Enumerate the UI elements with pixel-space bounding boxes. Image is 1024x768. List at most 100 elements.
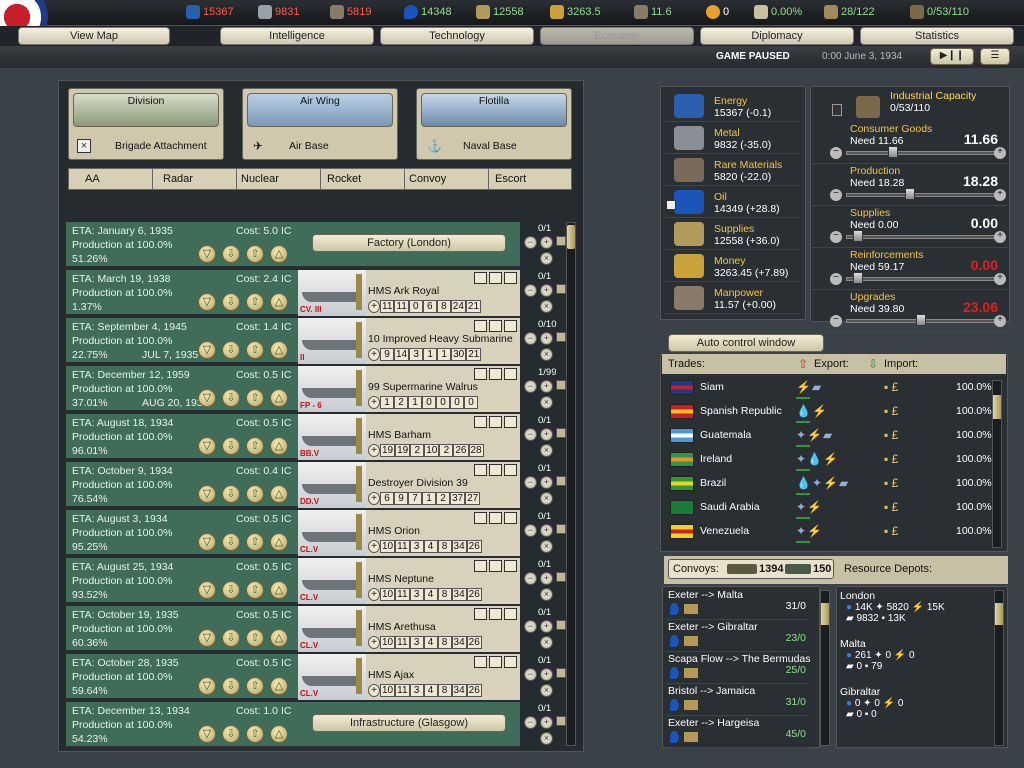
shield-icon[interactable] [489, 608, 502, 620]
cancel-icon[interactable]: × [540, 252, 553, 265]
move-top-button[interactable]: △ [270, 341, 288, 359]
move-up-button[interactable]: ⇧ [246, 485, 264, 503]
move-top-button[interactable]: △ [270, 581, 288, 599]
expand-icon[interactable]: + [368, 300, 380, 313]
slider-plus-icon[interactable]: + [994, 315, 1006, 327]
cancel-icon[interactable]: × [540, 684, 553, 697]
depot-item[interactable]: Malta ● 261 ✦ 0 ⚡ 0 ▰ 0 ▪ 79 [840, 638, 990, 672]
move-down-button[interactable]: ⇩ [222, 485, 240, 503]
slider-minus-icon[interactable]: − [830, 189, 842, 201]
queue-row[interactable]: ETA: August 18, 1934 Cost: 0.5 IC Producti… [66, 414, 566, 460]
close-icon[interactable] [504, 512, 517, 524]
trade-row[interactable]: Ireland ✦💧⚡ ▪ £ 100.0% [666, 448, 996, 472]
convoy-route-row[interactable]: Exeter --> Hargeisa 45/0 [666, 716, 808, 748]
expand-icon[interactable]: + [368, 684, 380, 697]
close-icon[interactable] [504, 320, 517, 332]
slider-minus-icon[interactable]: − [830, 315, 842, 327]
move-bottom-button[interactable]: ▽ [198, 533, 216, 551]
slider-knob[interactable] [853, 230, 863, 242]
unit-card[interactable]: CL.V HMS Arethusa +10 11 3 4 8 34 26 [298, 606, 520, 652]
build-escort-button[interactable]: Escort [495, 173, 526, 185]
plus-icon[interactable]: + [540, 476, 553, 489]
move-top-button[interactable]: △ [270, 389, 288, 407]
oil-checkbox[interactable] [666, 200, 676, 210]
plus-icon[interactable]: + [540, 236, 553, 249]
up-icon[interactable] [474, 512, 487, 524]
slider-track[interactable] [846, 277, 996, 281]
unit-card[interactable]: CV. III HMS Ark Royal +11 11 0 6 8 24 21 [298, 270, 520, 316]
queue-flag-checkbox[interactable] [556, 332, 566, 342]
slider-track[interactable] [846, 151, 996, 155]
queue-flag-checkbox[interactable] [556, 572, 566, 582]
move-up-button[interactable]: ⇧ [246, 533, 264, 551]
queue-row[interactable]: ETA: August 25, 1934 Cost: 0.5 IC Producti… [66, 558, 566, 604]
plus-icon[interactable]: + [540, 284, 553, 297]
unit-card[interactable]: CL.V HMS Ajax +10 11 3 4 8 34 26 [298, 654, 520, 700]
routes-scrollbar[interactable] [820, 590, 830, 746]
cancel-icon[interactable]: × [540, 732, 553, 745]
menu-button[interactable]: ☰ [980, 48, 1010, 65]
build-flotilla-button[interactable]: Flotilla [421, 93, 567, 127]
plus-icon[interactable]: + [540, 572, 553, 585]
shield-icon[interactable] [489, 464, 502, 476]
tab-technology[interactable]: Technology [380, 27, 534, 45]
shield-icon[interactable] [489, 560, 502, 572]
move-down-button[interactable]: ⇩ [222, 581, 240, 599]
expand-icon[interactable]: + [368, 492, 380, 505]
queue-row[interactable]: ETA: September 4, 1945 Cost: 1.4 IC Produc… [66, 318, 566, 364]
cancel-icon[interactable]: × [540, 588, 553, 601]
move-down-button[interactable]: ⇩ [222, 293, 240, 311]
up-icon[interactable] [474, 320, 487, 332]
up-icon[interactable] [474, 608, 487, 620]
slider-minus-icon[interactable]: − [830, 273, 842, 285]
slider-minus-icon[interactable]: − [830, 147, 842, 159]
queue-flag-checkbox[interactable] [556, 620, 566, 630]
cancel-icon[interactable]: × [540, 492, 553, 505]
move-down-button[interactable]: ⇩ [222, 437, 240, 455]
minus-icon[interactable]: − [524, 524, 537, 537]
queue-flag-checkbox[interactable] [556, 476, 566, 486]
move-down-button[interactable]: ⇩ [222, 677, 240, 695]
expand-icon[interactable]: + [368, 588, 380, 601]
queue-row[interactable]: ETA: January 6, 1935 Cost: 5.0 IC Producti… [66, 222, 566, 268]
move-up-button[interactable]: ⇧ [246, 581, 264, 599]
plus-icon[interactable]: + [540, 380, 553, 393]
minus-icon[interactable]: − [524, 716, 537, 729]
move-bottom-button[interactable]: ▽ [198, 725, 216, 743]
air-base-button[interactable]: Air Base [289, 140, 329, 152]
move-bottom-button[interactable]: ▽ [198, 341, 216, 359]
trade-row[interactable]: Venezuela ✦⚡ ▪ £ 100.0% [666, 520, 996, 544]
minus-icon[interactable]: − [524, 572, 537, 585]
routes-scroll-thumb[interactable] [821, 603, 829, 625]
unit-card[interactable]: II 10 Improved Heavy Submarine +9 14 3 1 1 30 21 [298, 318, 520, 364]
build-convoy-button[interactable]: Convoy [409, 173, 446, 185]
unit-card[interactable]: BB.V HMS Barham +19 19 2 10 2 26 28 [298, 414, 520, 460]
up-icon[interactable] [474, 368, 487, 380]
cancel-icon[interactable]: × [540, 300, 553, 313]
trade-row[interactable]: Siam ⚡▰ ▪ £ 100.0% [666, 376, 996, 400]
convoy-route-row[interactable]: Scapa Flow --> The Bermudas 25/0 [666, 652, 811, 684]
depots-scroll-thumb[interactable] [995, 603, 1003, 625]
build-airwing-button[interactable]: Air Wing [247, 93, 393, 127]
move-up-button[interactable]: ⇧ [246, 437, 264, 455]
close-icon[interactable] [504, 272, 517, 284]
convoy-route-row[interactable]: Bristol --> Jamaica 31/0 [666, 684, 808, 716]
move-down-button[interactable]: ⇩ [222, 389, 240, 407]
move-top-button[interactable]: △ [270, 629, 288, 647]
queue-row[interactable]: ETA: October 9, 1934 Cost: 0.4 IC Producti… [66, 462, 566, 508]
minus-icon[interactable]: − [524, 284, 537, 297]
minus-icon[interactable]: − [524, 668, 537, 681]
shield-icon[interactable] [489, 656, 502, 668]
slider-knob[interactable] [888, 146, 898, 158]
slider-knob[interactable] [853, 272, 863, 284]
move-up-button[interactable]: ⇧ [246, 293, 264, 311]
queue-flag-checkbox[interactable] [556, 380, 566, 390]
trades-scroll-thumb[interactable] [993, 395, 1001, 419]
depots-scrollbar[interactable] [994, 590, 1004, 746]
build-aa-button[interactable]: AA [85, 173, 100, 185]
plus-icon[interactable]: + [540, 524, 553, 537]
move-down-button[interactable]: ⇩ [222, 533, 240, 551]
move-bottom-button[interactable]: ▽ [198, 485, 216, 503]
queue-scroll-thumb[interactable] [567, 225, 575, 249]
plus-icon[interactable]: + [540, 332, 553, 345]
